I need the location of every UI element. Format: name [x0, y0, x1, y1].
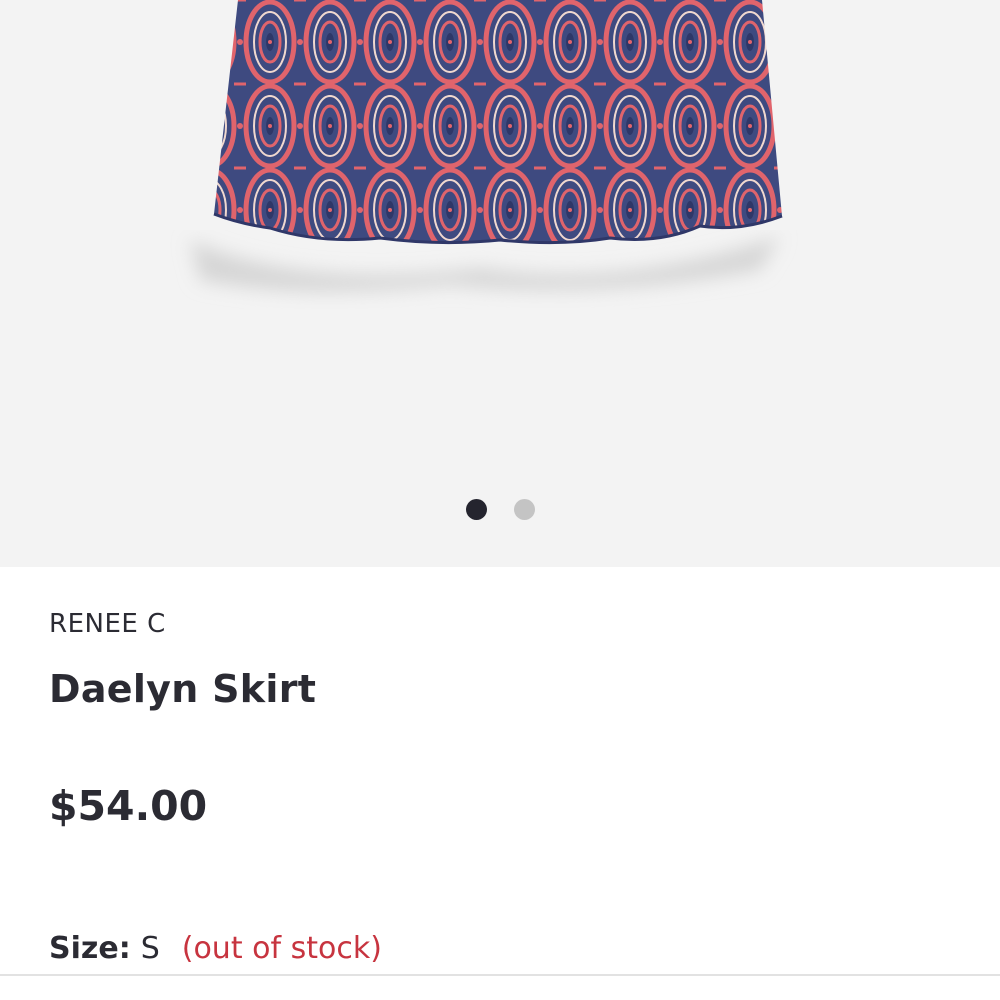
carousel-pagination	[0, 499, 1000, 521]
product-image-gallery[interactable]	[0, 0, 1000, 567]
product-price: $54.00	[49, 782, 208, 830]
product-name: Daelyn Skirt	[49, 667, 317, 711]
carousel-dot-2[interactable]	[514, 499, 535, 520]
size-value[interactable]: S	[141, 931, 160, 966]
size-row[interactable]: Size: S (out of stock)	[49, 931, 382, 966]
size-label: Size:	[49, 931, 131, 966]
product-details: RENEE C Daelyn Skirt $54.00 Size: S (out o…	[0, 567, 1000, 1000]
bottom-divider	[0, 974, 1000, 976]
product-brand: RENEE C	[49, 609, 166, 639]
carousel-dot-1-active[interactable]	[466, 499, 487, 520]
stock-status: (out of stock)	[181, 931, 382, 966]
product-image[interactable]	[0, 0, 1000, 567]
